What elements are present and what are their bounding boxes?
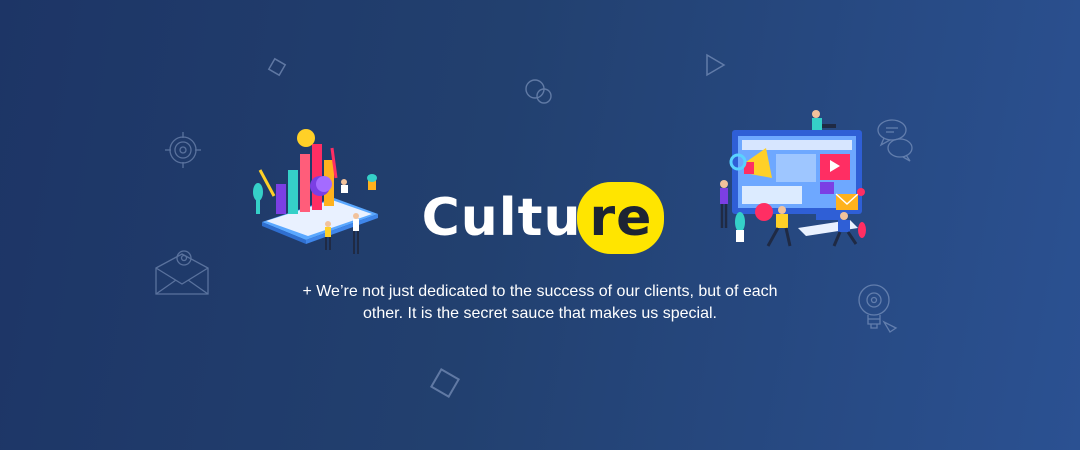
title-highlight-badge: re bbox=[577, 182, 665, 254]
envelope-gear-icon bbox=[155, 250, 209, 295]
title-prefix: Cultu bbox=[421, 188, 582, 248]
title-highlight-text: re bbox=[589, 188, 653, 248]
circles-icon bbox=[525, 79, 552, 104]
culture-banner: Cultu re + We’re not just dedicated to th… bbox=[0, 0, 1080, 450]
description-line-2: other. It is the secret sauce that makes… bbox=[363, 305, 717, 322]
chat-bubbles-icon bbox=[877, 119, 913, 162]
description-line-1: + We’re not just dedicated to the succes… bbox=[302, 283, 778, 300]
target-icon bbox=[165, 132, 201, 168]
square-outline-icon bbox=[429, 367, 461, 399]
play-triangle-icon bbox=[706, 53, 726, 77]
title-row: Cultu re bbox=[0, 182, 1080, 254]
culture-description: + We’re not just dedicated to the succes… bbox=[260, 281, 820, 325]
lightbulb-gear-icon bbox=[858, 284, 898, 333]
diamond-outline-icon bbox=[267, 57, 287, 77]
page-title: Cultu re bbox=[421, 182, 665, 254]
